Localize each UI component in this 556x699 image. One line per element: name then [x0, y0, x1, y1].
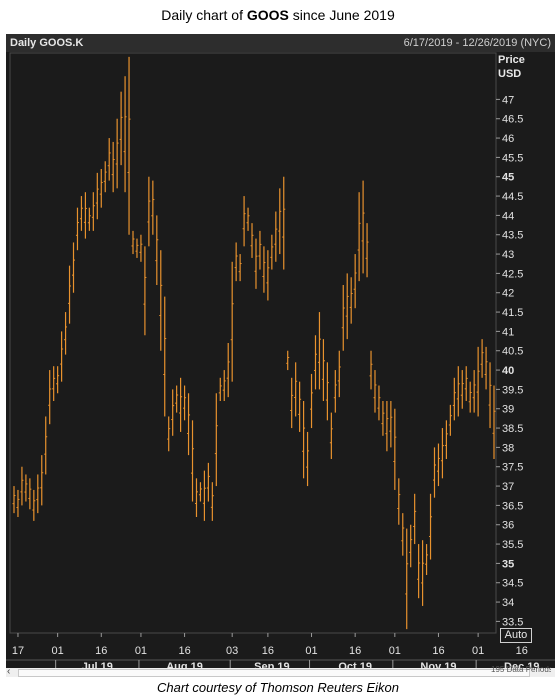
x-day-label: 16 [516, 645, 528, 657]
data-periods-label: 195 Data Periods [491, 665, 551, 674]
x-day-label: 16 [262, 645, 274, 657]
y-tick-label: 40.5 [502, 346, 523, 358]
y-tick-label: 44 [502, 210, 514, 222]
x-month-label: Aug 19 [166, 661, 203, 668]
x-month-label: Sep 19 [254, 661, 289, 668]
x-month-label: Jul 19 [82, 661, 113, 668]
title-suffix: since June 2019 [288, 7, 395, 23]
y-tick-label: 38.5 [502, 423, 523, 435]
time-scrollbar[interactable]: ‹ 195 Data Periods [6, 665, 555, 677]
x-day-label: 01 [472, 645, 484, 657]
y-tick-label: 35 [502, 558, 514, 570]
x-month-label: Oct 19 [338, 661, 372, 668]
y-tick-label: 35.5 [502, 539, 523, 551]
y-tick-label: 37.5 [502, 462, 523, 474]
y-tick-label: 36.5 [502, 500, 523, 512]
x-day-label: 16 [349, 645, 361, 657]
x-day-label: 17 [12, 645, 24, 657]
x-day-label: 16 [95, 645, 107, 657]
y-tick-label: 42.5 [502, 268, 523, 280]
y-tick-label: 47 [502, 94, 514, 106]
y-tick-label: 40 [502, 365, 514, 377]
y-tick-label: 41.5 [502, 307, 523, 319]
y-tick-label: 46 [502, 133, 514, 145]
title-symbol: GOOS [246, 7, 289, 23]
y-tick-label: 45 [502, 172, 514, 184]
y-tick-label: 33.5 [502, 616, 523, 628]
chart-caption: Chart courtesy of Thomson Reuters Eikon [156, 680, 400, 695]
y-tick-label: 38 [502, 442, 514, 454]
y-tick-label: 41 [502, 326, 514, 338]
y-tick-label: 43.5 [502, 230, 523, 242]
x-day-label: 01 [135, 645, 147, 657]
scroll-thumb[interactable] [18, 669, 530, 677]
x-day-label: 01 [305, 645, 317, 657]
x-day-label: 16 [178, 645, 190, 657]
x-month-label: Nov 19 [420, 661, 456, 668]
title-prefix: Daily chart of [161, 7, 247, 23]
x-day-label: 01 [52, 645, 64, 657]
y-tick-label: 34.5 [502, 578, 523, 590]
y-tick-label: 39 [502, 404, 514, 416]
y-tick-label: 45.5 [502, 152, 523, 164]
y-tick-label: 46.5 [502, 114, 523, 126]
y-tick-label: 36 [502, 520, 514, 532]
chart-title: Daily chart of GOOS since June 2019 [0, 0, 556, 34]
y-tick-label: 37 [502, 481, 514, 493]
chart-panel[interactable]: Daily GOOS.K 6/17/2019 - 12/26/2019 (NYC… [6, 34, 555, 677]
x-day-label: 16 [432, 645, 444, 657]
scroll-left-icon[interactable]: ‹ [7, 666, 10, 677]
price-chart[interactable]: 33.5 34 34.5 35 35.5 36 36.5 37 37.5 38 38.5 39 39.5… [6, 34, 555, 668]
x-day-label: 03 [226, 645, 238, 657]
auto-scale-button[interactable]: Auto [500, 628, 532, 643]
y-tick-label: 43 [502, 249, 514, 261]
y-tick-label: 34 [502, 597, 514, 609]
y-tick-label: 39.5 [502, 384, 523, 396]
x-day-label: 01 [389, 645, 401, 657]
y-tick-label: 44.5 [502, 191, 523, 203]
y-tick-label: 42 [502, 288, 514, 300]
